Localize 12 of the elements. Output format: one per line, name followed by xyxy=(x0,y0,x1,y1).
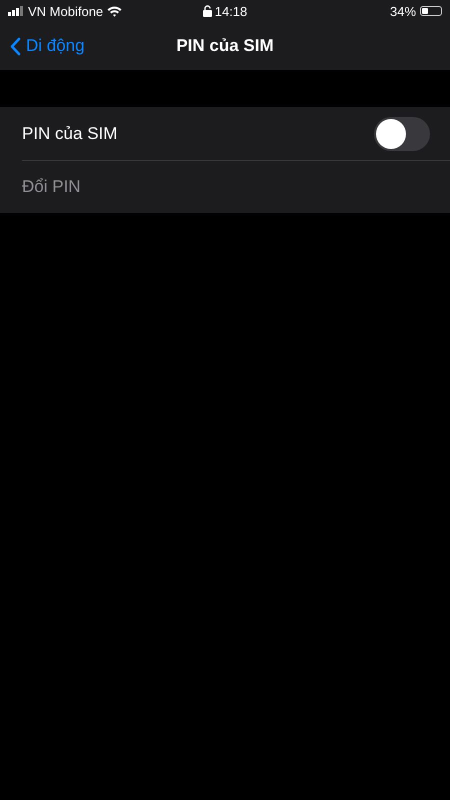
wifi-icon xyxy=(107,6,122,16)
toggle-switch[interactable] xyxy=(374,116,430,150)
lock-icon xyxy=(202,5,212,17)
back-button[interactable]: Di động xyxy=(10,22,85,70)
row-label: PIN của SIM xyxy=(22,124,118,144)
battery-icon xyxy=(420,6,442,16)
signal-icon xyxy=(8,6,24,16)
battery-percent: 34% xyxy=(390,4,416,18)
clock-time: 14:18 xyxy=(214,4,248,18)
page-title: PIN của SIM xyxy=(176,36,274,55)
carrier-name: VN Mobifone xyxy=(28,4,104,18)
back-chevron-icon xyxy=(10,36,21,56)
